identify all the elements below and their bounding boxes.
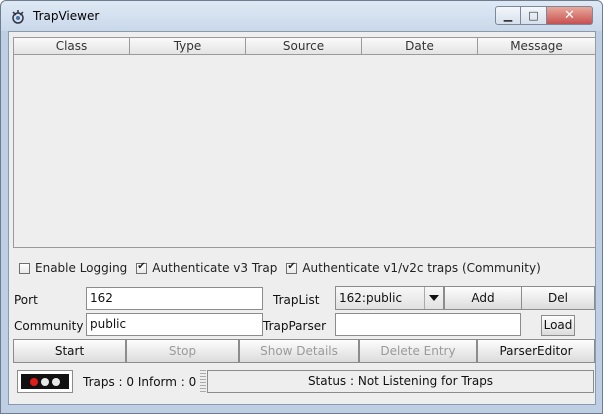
led-off-icon <box>41 377 49 386</box>
traplist-label: TrapList <box>273 293 320 307</box>
traplist-selected: 162:public <box>339 291 403 305</box>
minimize-icon: ▁ <box>503 9 513 22</box>
trapparser-input[interactable] <box>335 313 521 336</box>
trap-counts: Traps : 0 Inform : 0 <box>83 375 197 389</box>
community-input[interactable]: public <box>86 313 263 336</box>
table-body[interactable] <box>14 55 595 247</box>
window-controls: ▁ □ ✕ <box>495 6 593 26</box>
trapviewer-window: TrapViewer ▁ □ ✕ Class Type Source Date … <box>0 0 603 414</box>
checkbox-box[interactable] <box>286 261 298 274</box>
stop-button[interactable]: Stop <box>126 339 239 363</box>
status-indicator <box>17 370 73 393</box>
column-header-type[interactable]: Type <box>130 38 246 54</box>
trapparser-label: TrapParser <box>263 319 327 333</box>
column-header-message[interactable]: Message <box>478 38 595 54</box>
chevron-down-icon <box>429 295 439 301</box>
trapviewer-app-icon <box>12 10 24 24</box>
show-details-button[interactable]: Show Details <box>239 339 359 363</box>
trap-table: Class Type Source Date Message <box>13 37 596 248</box>
table-header: Class Type Source Date Message <box>14 38 595 55</box>
add-button[interactable]: Add <box>444 286 522 310</box>
checkbox-box[interactable] <box>19 262 30 274</box>
enable-logging-label: Enable Logging <box>35 261 128 275</box>
del-button[interactable]: Del <box>521 286 595 310</box>
authenticate-v1v2c-checkbox[interactable]: Authenticate v1/v2c traps (Community) <box>286 261 541 275</box>
checkbox-box[interactable] <box>136 261 148 274</box>
led-red-icon <box>30 377 38 386</box>
column-header-source[interactable]: Source <box>246 38 362 54</box>
close-icon: ✕ <box>564 8 575 23</box>
led-panel <box>21 374 69 389</box>
port-input[interactable]: 162 <box>86 287 263 310</box>
maximize-icon: □ <box>528 9 539 22</box>
title-bar[interactable]: TrapViewer ▁ □ ✕ <box>1 1 602 31</box>
parser-editor-button[interactable]: ParserEditor <box>477 339 595 363</box>
load-button[interactable]: Load <box>541 315 575 336</box>
minimize-button[interactable]: ▁ <box>495 6 521 25</box>
authenticate-v1v2c-label: Authenticate v1/v2c traps (Community) <box>302 261 541 275</box>
client-area: Class Type Source Date Message Enable Lo… <box>8 31 596 405</box>
close-button[interactable]: ✕ <box>547 6 593 25</box>
community-label: Community <box>14 319 84 333</box>
start-button[interactable]: Start <box>13 339 126 363</box>
enable-logging-checkbox[interactable]: Enable Logging <box>19 261 127 275</box>
port-label: Port <box>14 293 38 307</box>
status-bar: Traps : 0 Inform : 0 Status : Not Listen… <box>13 367 596 397</box>
column-header-class[interactable]: Class <box>14 38 130 54</box>
authenticate-v3-checkbox[interactable]: Authenticate v3 Trap <box>136 261 277 275</box>
column-header-date[interactable]: Date <box>362 38 478 54</box>
splitter-grip[interactable] <box>200 370 206 393</box>
maximize-button[interactable]: □ <box>521 6 547 25</box>
options-row: Enable Logging Authenticate v3 Trap Auth… <box>19 260 550 276</box>
authenticate-v3-label: Authenticate v3 Trap <box>152 261 278 275</box>
traplist-dropdown[interactable]: 162:public <box>335 286 444 310</box>
window-title: TrapViewer <box>33 9 100 23</box>
dropdown-arrow[interactable] <box>424 287 443 309</box>
status-text: Status : Not Listening for Traps <box>207 370 594 393</box>
delete-entry-button[interactable]: Delete Entry <box>359 339 477 363</box>
led-off-icon <box>52 377 60 386</box>
